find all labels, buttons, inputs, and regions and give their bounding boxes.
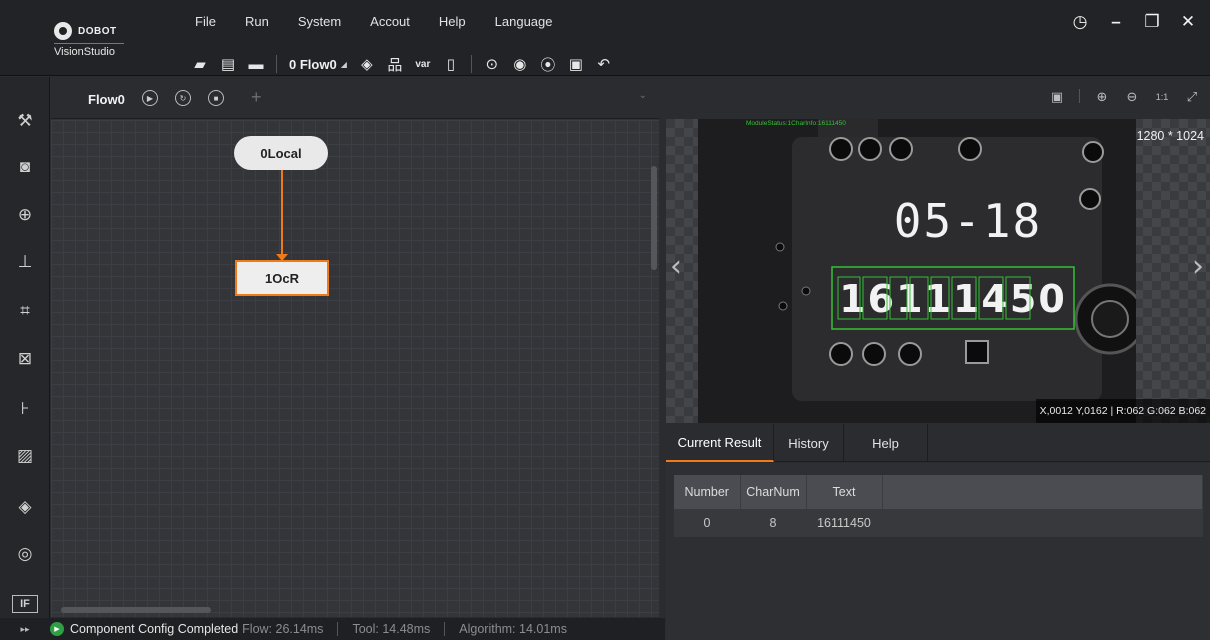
main-toolbar: ▰ ▤ ▬ 0 Flow0 ◢ ◈ 品 var ▯ ⊙ ◉ ⦿ ▣ ↶ (186, 52, 618, 76)
next-image-icon[interactable]: › (1192, 249, 1204, 284)
results-panel: Current Result History Help Number CharN… (666, 424, 1210, 640)
logic-if-icon[interactable]: IF (12, 595, 38, 613)
window-controls: ◷ – ❐ ✕ (1072, 12, 1196, 32)
status-ok-icon: ▶ (50, 622, 64, 636)
performance-icon[interactable]: ◷ (1072, 12, 1088, 32)
column-header-text[interactable]: Text (806, 475, 883, 509)
flow-tree-icon[interactable]: 品 (381, 53, 409, 75)
image-resolution: 1280 * 1024 (1136, 129, 1204, 143)
fit-window-icon[interactable]: ▣ (1049, 89, 1065, 105)
status-bar: ▸▸ ▶ Component Config Completed Flow: 26… (0, 618, 665, 640)
fullscreen-icon[interactable]: ⤢ (1184, 89, 1200, 105)
flow-run-loop-icon[interactable]: ↻ (175, 90, 191, 106)
flow-selector[interactable]: 0 Flow0 (283, 57, 341, 72)
result-table: Number CharNum Text 0 8 16111450 (674, 475, 1203, 537)
result-tabs: Current Result History Help (666, 424, 1210, 462)
restore-button[interactable]: ❐ (1144, 12, 1160, 32)
run-once-icon[interactable]: ⊙ (478, 53, 506, 75)
menu-system[interactable]: System (298, 14, 341, 29)
tab-flow0[interactable]: Flow0 (88, 92, 125, 107)
brand-name: DOBOT (78, 25, 117, 37)
module-status-text: ModuleStatus:1CharInfo:16111450 (746, 120, 846, 127)
stop-icon[interactable]: ⦿ (534, 53, 562, 75)
column-header-charnum[interactable]: CharNum (740, 475, 807, 509)
target-icon[interactable]: ⊕ (12, 203, 38, 227)
close-button[interactable]: ✕ (1180, 12, 1196, 32)
tab-current-result[interactable]: Current Result (666, 424, 774, 462)
status-tool-time: Tool: 14.48ms (352, 622, 431, 636)
vertical-scrollbar[interactable] (651, 166, 657, 270)
tools-icon[interactable]: ⚒ (12, 109, 38, 133)
camera-icon[interactable]: ◙ (12, 155, 38, 179)
node-ocr[interactable]: 1OcR (235, 260, 329, 296)
image-process-icon[interactable]: ▨ (12, 444, 38, 468)
viewer-toolbar: ▣ ⊕ ⊖ 1:1 ⤢ (666, 77, 1210, 119)
tab-help[interactable]: Help (844, 424, 928, 462)
actual-size-icon[interactable]: 1:1 (1154, 89, 1170, 105)
menu-language[interactable]: Language (495, 14, 553, 29)
result-body: Number CharNum Text 0 8 16111450 (666, 463, 1210, 640)
new-solution-icon[interactable]: ▰ (186, 53, 214, 75)
image-detected-text: 16111450 (839, 277, 1067, 321)
flow-run-once-icon[interactable]: ▶ (142, 90, 158, 106)
status-algorithm-time: Algorithm: 14.01ms (459, 622, 567, 636)
product-name: VisionStudio (54, 46, 115, 58)
menu-bar: File Run System Accout Help Language (195, 14, 582, 29)
flow-tab-bar: Flow0 ▶ ↻ ■ + ⌄ (51, 77, 659, 119)
menu-file[interactable]: File (195, 14, 216, 29)
flow-canvas[interactable]: 0Local 1OcR (51, 120, 659, 617)
run-loop-icon[interactable]: ◉ (506, 53, 534, 75)
recognition-icon[interactable]: ⌗ (12, 299, 38, 323)
status-flow-time: Flow: 26.14ms (242, 622, 324, 636)
menu-run[interactable]: Run (245, 14, 269, 29)
horizontal-scrollbar[interactable] (61, 607, 211, 613)
measure-icon[interactable]: ⊥ (12, 250, 38, 274)
zoom-in-icon[interactable]: ⊕ (1094, 89, 1110, 105)
menu-help[interactable]: Help (439, 14, 466, 29)
app-logo: DOBOT VisionStudio (54, 22, 134, 66)
image-date-text: 05-18 (894, 194, 1042, 248)
pixel-info: X,0012 Y,0162 | R:062 G:062 B:062 (1035, 399, 1210, 423)
node-local[interactable]: 0Local (234, 136, 328, 170)
table-row[interactable]: 0 8 16111450 (674, 509, 1203, 537)
title-bar: DOBOT VisionStudio File Run System Accou… (0, 0, 1210, 76)
inspection-image: 05-18 16111450 (698, 119, 1136, 423)
layers-icon[interactable]: ◈ (353, 53, 381, 75)
zoom-out-icon[interactable]: ⊖ (1124, 89, 1140, 105)
calibration-icon[interactable]: ⊠ (12, 347, 38, 371)
device-icon[interactable]: ▯ (437, 53, 465, 75)
flow-selector-caret-icon[interactable]: ◢ (341, 60, 347, 69)
column-header-empty (882, 475, 1203, 509)
menu-account[interactable]: Accout (370, 14, 410, 29)
color-icon[interactable]: ◈ (12, 495, 38, 519)
save-icon[interactable]: ▤ (214, 53, 242, 75)
minimize-button[interactable]: – (1108, 12, 1124, 32)
image-viewer: ▣ ⊕ ⊖ 1:1 ⤢ 05-18 16111450 ModuleStatus:… (666, 77, 1210, 423)
defect-icon[interactable]: ◎ (12, 542, 38, 566)
cell-number: 0 (674, 509, 740, 537)
cell-charnum: 8 (740, 509, 806, 537)
undo-icon[interactable]: ↶ (590, 53, 618, 75)
flow-stop-icon[interactable]: ■ (208, 90, 224, 106)
tab-history[interactable]: History (774, 424, 844, 462)
dobot-logo-icon (54, 22, 72, 40)
flow-connector (281, 170, 283, 255)
status-message: Component Config Completed (70, 622, 239, 636)
add-flow-icon[interactable]: + (251, 87, 262, 108)
cell-empty (882, 509, 1203, 537)
chevron-down-icon[interactable]: ⌄ (639, 90, 647, 101)
open-folder-icon[interactable]: ▬ (242, 53, 270, 75)
expand-icon[interactable]: ▸▸ (0, 624, 50, 635)
previous-image-icon[interactable]: ‹ (670, 249, 682, 284)
tool-sidebar: ⚒ ◙ ⊕ ⊥ ⌗ ⊠ ⊦ ▨ ◈ ◎ IF (0, 77, 50, 640)
column-header-number[interactable]: Number (674, 475, 741, 509)
cell-text: 16111450 (806, 509, 882, 537)
alignment-icon[interactable]: ⊦ (12, 397, 38, 421)
flow-panel: Flow0 ▶ ↻ ■ + ⌄ 0Local 1OcR (51, 77, 659, 617)
variable-icon[interactable]: var (409, 53, 437, 75)
frame-icon[interactable]: ▣ (562, 53, 590, 75)
image-canvas[interactable]: 05-18 16111450 ModuleStatus:1CharInfo:16… (666, 119, 1210, 423)
